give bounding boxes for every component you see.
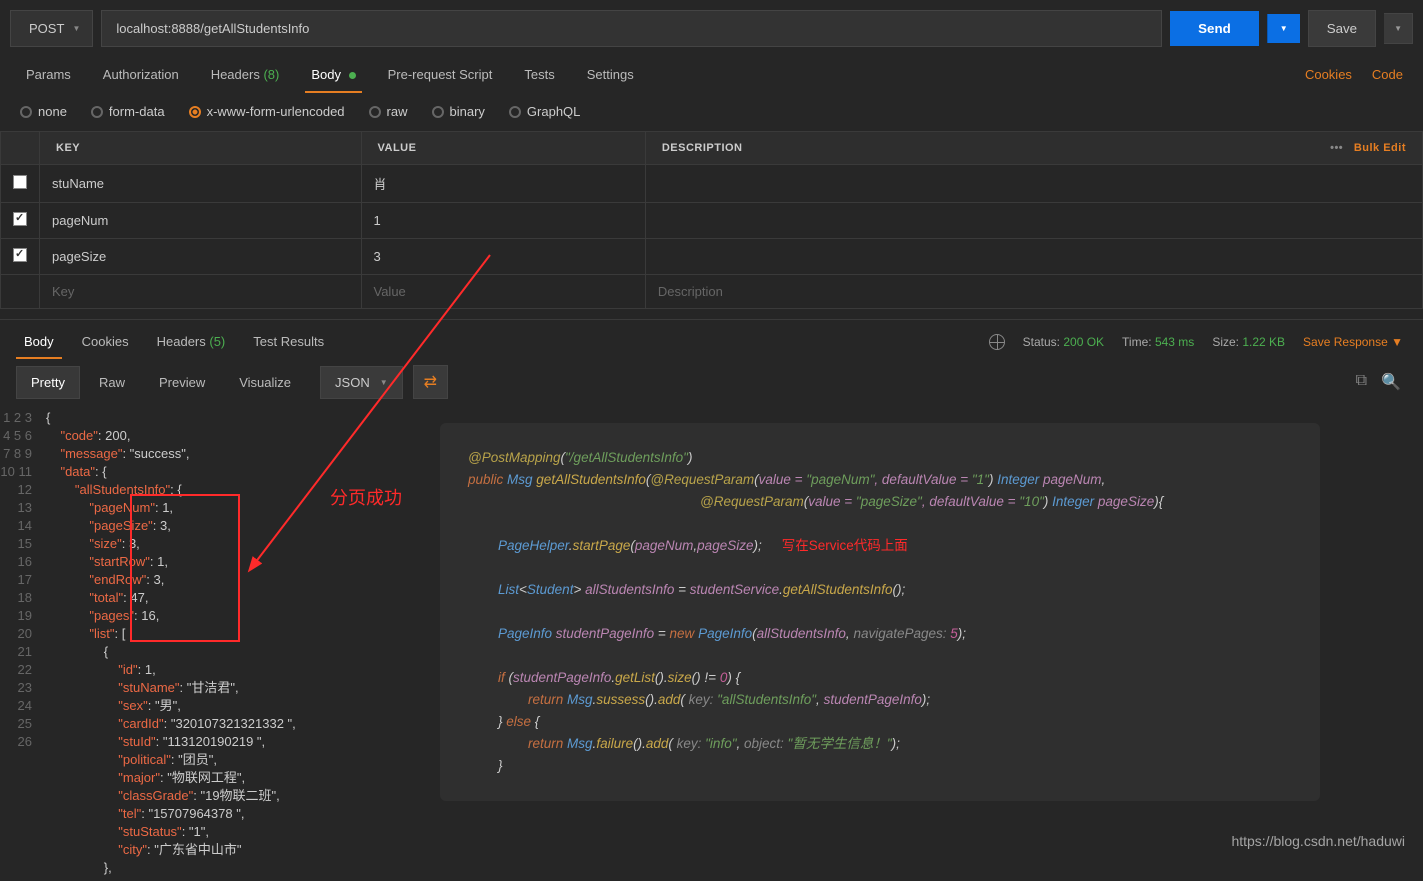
send-button[interactable]: Send	[1170, 11, 1259, 46]
radio-icon	[432, 106, 444, 118]
time-label: Time: 543 ms	[1122, 335, 1194, 349]
table-row: pageNum 1	[1, 203, 1423, 239]
radio-raw[interactable]: raw	[369, 104, 408, 119]
view-mode-tabs: Pretty Raw Preview Visualize JSON▼ ⇄ ⧉ 🔍	[0, 359, 1423, 405]
col-value: VALUE	[361, 132, 645, 165]
body-type-radios: none form-data x-www-form-urlencoded raw…	[0, 92, 1423, 131]
response-tabs: Body Cookies Headers (5) Test Results St…	[0, 320, 1423, 359]
save-dropdown[interactable]: ▼	[1384, 13, 1413, 44]
tab-settings[interactable]: Settings	[571, 57, 650, 92]
radio-urlencoded[interactable]: x-www-form-urlencoded	[189, 104, 345, 119]
view-raw[interactable]: Raw	[84, 366, 140, 399]
cookies-link[interactable]: Cookies	[1305, 67, 1352, 82]
key-placeholder[interactable]: Key	[40, 275, 362, 309]
copy-icon[interactable]: ⧉	[1356, 372, 1367, 392]
desc-placeholder[interactable]: Description	[645, 275, 1422, 309]
resp-tab-testresults[interactable]: Test Results	[239, 324, 338, 359]
key-cell[interactable]: stuName	[40, 165, 362, 203]
view-pretty[interactable]: Pretty	[16, 366, 80, 399]
method-select[interactable]: POST	[10, 10, 93, 47]
request-bar: POST localhost:8888/getAllStudentsInfo S…	[0, 0, 1423, 57]
request-tabs: Params Authorization Headers (8) Body Pr…	[0, 57, 1423, 92]
tab-body[interactable]: Body	[295, 57, 371, 92]
checkbox[interactable]	[13, 248, 27, 262]
radio-none[interactable]: none	[20, 104, 67, 119]
col-key: KEY	[40, 132, 362, 165]
response-section: Body Cookies Headers (5) Test Results St…	[0, 319, 1423, 881]
tab-pre-request[interactable]: Pre-request Script	[372, 57, 509, 92]
globe-icon[interactable]	[989, 334, 1005, 350]
col-desc: DESCRIPTION ••• Bulk Edit	[645, 132, 1422, 165]
view-visualize[interactable]: Visualize	[224, 366, 306, 399]
desc-cell[interactable]	[645, 203, 1422, 239]
wrap-lines-icon[interactable]: ⇄	[413, 365, 448, 399]
resp-tab-cookies[interactable]: Cookies	[68, 324, 143, 359]
code-snippet-overlay: @PostMapping("/getAllStudentsInfo") publ…	[440, 423, 1320, 801]
radio-icon	[20, 106, 32, 118]
tab-params[interactable]: Params	[10, 57, 87, 92]
method-value: POST	[29, 21, 64, 36]
tab-authorization[interactable]: Authorization	[87, 57, 195, 92]
key-cell[interactable]: pageNum	[40, 203, 362, 239]
resp-tab-body[interactable]: Body	[10, 324, 68, 359]
status-label: Status: 200 OK	[1023, 335, 1104, 349]
dot-icon	[349, 72, 356, 79]
watermark: https://blog.csdn.net/haduwi	[1231, 833, 1405, 849]
desc-cell[interactable]	[645, 165, 1422, 203]
key-cell[interactable]: pageSize	[40, 239, 362, 275]
radio-icon	[189, 106, 201, 118]
radio-form-data[interactable]: form-data	[91, 104, 165, 119]
checkbox[interactable]	[13, 175, 27, 189]
radio-binary[interactable]: binary	[432, 104, 485, 119]
tab-tests[interactable]: Tests	[508, 57, 570, 92]
radio-icon	[369, 106, 381, 118]
format-select[interactable]: JSON▼	[320, 366, 403, 399]
table-row: pageSize 3	[1, 239, 1423, 275]
table-row-new: Key Value Description	[1, 275, 1423, 309]
value-cell[interactable]: 肖	[361, 165, 645, 203]
bulk-edit-link[interactable]: Bulk Edit	[1354, 142, 1406, 154]
view-preview[interactable]: Preview	[144, 366, 220, 399]
size-label: Size: 1.22 KB	[1212, 335, 1285, 349]
send-dropdown[interactable]: ▼	[1267, 14, 1300, 43]
value-placeholder[interactable]: Value	[361, 275, 645, 309]
desc-cell[interactable]	[645, 239, 1422, 275]
save-button[interactable]: Save	[1308, 10, 1376, 47]
params-table: KEY VALUE DESCRIPTION ••• Bulk Edit stuN…	[0, 131, 1423, 309]
table-row: stuName 肖	[1, 165, 1423, 203]
checkbox[interactable]	[13, 212, 27, 226]
resp-tab-headers[interactable]: Headers (5)	[143, 324, 240, 359]
tab-headers[interactable]: Headers (8)	[195, 57, 296, 92]
radio-graphql[interactable]: GraphQL	[509, 104, 580, 119]
url-input[interactable]: localhost:8888/getAllStudentsInfo	[101, 10, 1162, 47]
radio-icon	[91, 106, 103, 118]
radio-icon	[509, 106, 521, 118]
search-icon[interactable]: 🔍	[1381, 372, 1401, 392]
code-link[interactable]: Code	[1372, 67, 1403, 82]
value-cell[interactable]: 1	[361, 203, 645, 239]
line-gutter: 1 2 3 4 5 6 7 8 9 10 11 12 13 14 15 16 1…	[0, 409, 46, 877]
response-body[interactable]: 1 2 3 4 5 6 7 8 9 10 11 12 13 14 15 16 1…	[0, 405, 1423, 881]
value-cell[interactable]: 3	[361, 239, 645, 275]
save-response-button[interactable]: Save Response ▼	[1303, 335, 1403, 349]
